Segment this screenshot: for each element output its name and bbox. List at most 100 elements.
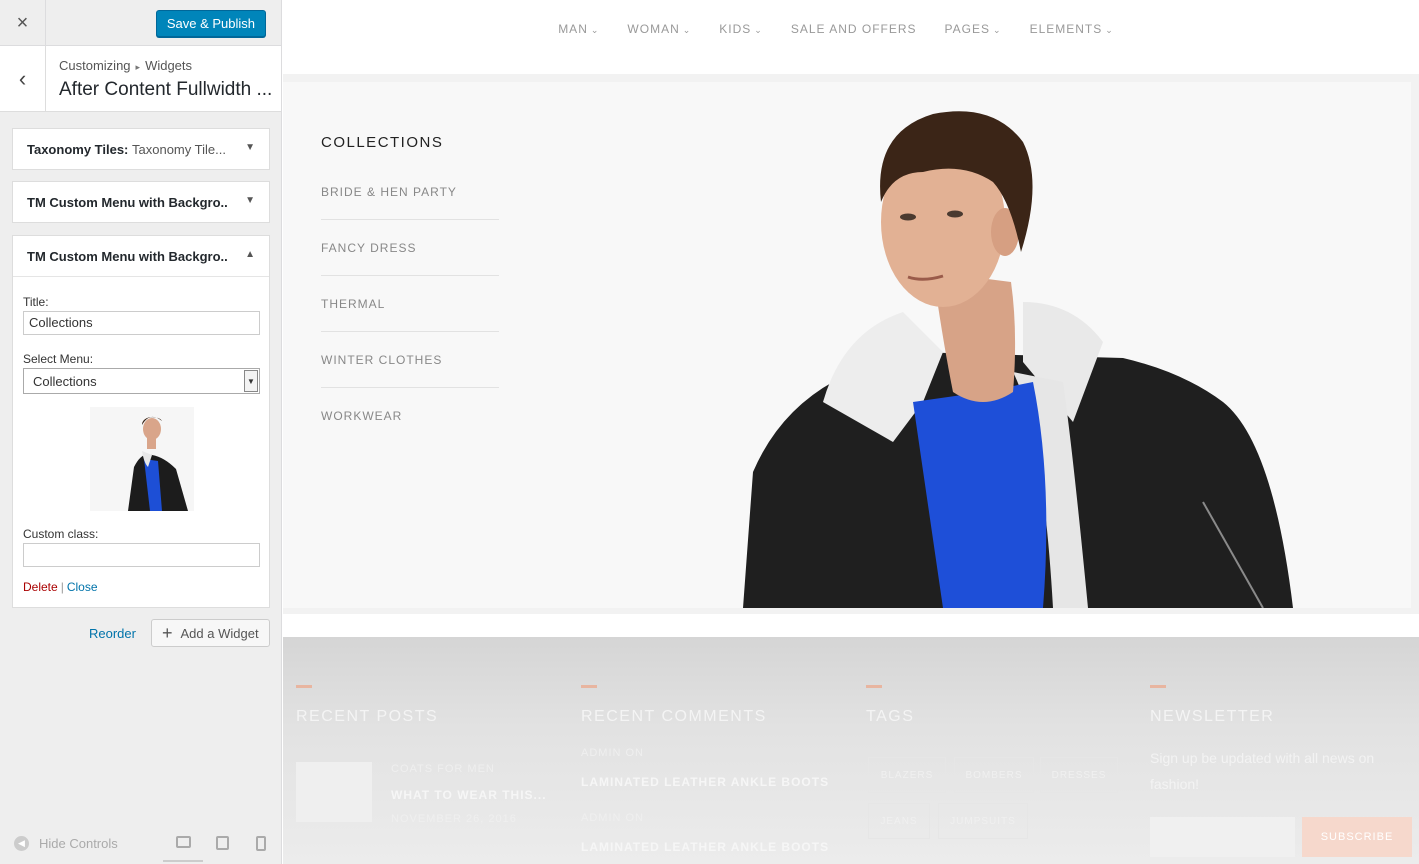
- accent-bar: [866, 685, 882, 688]
- collapse-icon: ◀: [14, 836, 29, 851]
- widget-form: Title: Collections Select Menu: Collecti…: [13, 276, 269, 607]
- chevron-down-icon: ⌄: [1105, 25, 1114, 35]
- subscribe-button[interactable]: SUBSCRIBE: [1302, 817, 1412, 857]
- nav-label: MAN: [558, 22, 588, 36]
- reorder-link[interactable]: Reorder: [89, 626, 136, 641]
- tag-chip[interactable]: BOMBERS: [954, 757, 1034, 793]
- nav-item-elements[interactable]: ELEMENTS ⌄: [1030, 22, 1114, 36]
- plus-icon: +: [162, 622, 173, 643]
- add-widget-label: Add a Widget: [180, 625, 259, 641]
- widget-custom-menu-2[interactable]: TM Custom Menu with Backgro... ▲ Title: …: [12, 235, 270, 608]
- select-menu-label: Select Menu:: [23, 352, 94, 366]
- mobile-preview-icon[interactable]: [256, 836, 266, 851]
- main-navigation: MAN ⌄ WOMAN ⌄ KIDS ⌄ SALE AND OFFERS PAGES ⌄…: [283, 0, 1419, 58]
- nav-label: WOMAN: [627, 22, 680, 36]
- widget-custom-menu-1[interactable]: TM Custom Menu with Backgro... ▼: [12, 181, 270, 223]
- widget-title: TM Custom Menu with Backgro...: [27, 248, 227, 264]
- tag-chip[interactable]: JEANS: [868, 803, 930, 839]
- nav-item-sale[interactable]: SALE AND OFFERS: [791, 22, 917, 36]
- tag-chip[interactable]: DRESSES: [1040, 757, 1118, 793]
- hide-controls-button[interactable]: ◀ Hide Controls: [14, 836, 118, 851]
- nav-item-kids[interactable]: KIDS ⌄: [719, 22, 763, 36]
- widget-title: TM Custom Menu with Backgro...: [27, 194, 227, 210]
- comment-link[interactable]: LAMINATED LEATHER ANKLE BOOTS: [581, 840, 829, 854]
- breadcrumb-root: Customizing: [59, 58, 131, 73]
- tag-chip[interactable]: JUMPSUITS: [938, 803, 1028, 839]
- delete-link[interactable]: Delete: [23, 580, 58, 594]
- nav-label: PAGES: [944, 22, 991, 36]
- close-icon[interactable]: ×: [0, 0, 46, 46]
- widget-header[interactable]: TM Custom Menu with Backgro... ▲: [13, 236, 269, 276]
- footer-widgets: RECENT POSTS COATS FOR MEN WHAT TO WEAR …: [283, 637, 1419, 864]
- widget-header[interactable]: Taxonomy Tiles: Taxonomy Tile... ▼: [13, 129, 269, 169]
- recent-posts-column: RECENT POSTS: [296, 685, 438, 726]
- customizer-sidebar: × Save & Publish ‹ Customizing ▸ Widgets A…: [0, 0, 282, 864]
- title-label: Title:: [23, 295, 49, 309]
- widget-title: Taxonomy Tiles:: [27, 141, 129, 157]
- widget-actions: Delete | Close: [23, 580, 98, 594]
- nav-item-pages[interactable]: PAGES ⌄: [945, 22, 1002, 36]
- breadcrumb-separator-icon: ▸: [135, 62, 141, 72]
- accent-bar: [296, 685, 312, 688]
- banner-background: COLLECTIONS BRIDE & HEN PARTY FANCY DRES…: [283, 82, 1411, 608]
- tags-column: TAGS: [866, 685, 914, 726]
- comment-link[interactable]: LAMINATED LEATHER ANKLE BOOTS: [581, 775, 829, 789]
- collection-link[interactable]: BRIDE & HEN PARTY: [321, 164, 499, 220]
- nav-label: KIDS: [719, 22, 752, 36]
- chevron-down-icon: ⌄: [590, 25, 600, 35]
- recent-comments-heading: RECENT COMMENTS: [581, 708, 767, 725]
- recent-posts-heading: RECENT POSTS: [296, 708, 439, 725]
- caret-down-icon[interactable]: ▼: [245, 142, 255, 153]
- newsletter-email-input[interactable]: [1150, 817, 1295, 857]
- collection-link[interactable]: FANCY DRESS: [321, 220, 499, 276]
- post-date: NOVEMBER 26, 2016: [391, 813, 517, 825]
- post-category[interactable]: COATS FOR MEN: [391, 763, 495, 775]
- active-device-indicator: [163, 860, 203, 862]
- nav-item-woman[interactable]: WOMAN ⌄: [627, 22, 691, 36]
- chevron-down-icon: ⌄: [754, 25, 763, 35]
- caret-down-icon[interactable]: ▼: [245, 195, 255, 206]
- section-header: ‹ Customizing ▸ Widgets After Content Full…: [0, 46, 281, 112]
- nav-label: SALE AND OFFERS: [790, 22, 917, 36]
- accent-bar: [1150, 685, 1166, 688]
- collection-link[interactable]: WORKWEAR: [321, 388, 499, 444]
- chevron-down-icon: ⌄: [682, 25, 692, 35]
- comment-meta: ADMIN ON: [581, 812, 644, 824]
- recent-comments-column: RECENT COMMENTS: [581, 685, 767, 726]
- widget-subtitle: Taxonomy Tile...: [132, 141, 226, 157]
- actions-separator: |: [60, 580, 64, 594]
- save-publish-button[interactable]: Save & Publish: [155, 10, 266, 37]
- nav-item-man[interactable]: MAN ⌄: [558, 22, 599, 36]
- title-input[interactable]: Collections: [23, 311, 260, 335]
- post-thumbnail[interactable]: [296, 762, 372, 822]
- add-widget-button[interactable]: + Add a Widget: [151, 619, 270, 647]
- tag-chip[interactable]: BLAZERS: [868, 757, 946, 793]
- accent-bar: [581, 685, 597, 688]
- desktop-preview-icon[interactable]: [176, 836, 191, 848]
- comment-meta: ADMIN ON: [581, 747, 644, 759]
- select-menu-value: Collections: [33, 374, 97, 389]
- collections-heading: COLLECTIONS: [321, 134, 444, 151]
- close-link[interactable]: Close: [67, 580, 98, 594]
- select-menu-dropdown[interactable]: Collections ▼: [23, 368, 260, 394]
- widget-header[interactable]: TM Custom Menu with Backgro... ▼: [13, 182, 269, 222]
- collection-link[interactable]: THERMAL: [321, 276, 499, 332]
- background-image-thumbnail[interactable]: [90, 407, 194, 511]
- collections-banner: COLLECTIONS BRIDE & HEN PARTY FANCY DRES…: [283, 74, 1419, 614]
- tags-heading: TAGS: [866, 708, 915, 725]
- caret-up-icon[interactable]: ▲: [245, 249, 255, 260]
- tablet-preview-icon[interactable]: [216, 836, 229, 850]
- collections-menu: BRIDE & HEN PARTY FANCY DRESS THERMAL WI…: [321, 164, 499, 444]
- widget-taxonomy-tiles[interactable]: Taxonomy Tiles: Taxonomy Tile... ▼: [12, 128, 270, 170]
- post-title[interactable]: WHAT TO WEAR THIS...: [391, 788, 547, 802]
- back-arrow-icon[interactable]: ‹: [0, 46, 46, 112]
- breadcrumb: Customizing ▸ Widgets: [59, 58, 192, 73]
- chevron-down-icon: ⌄: [993, 25, 1002, 35]
- site-preview: MAN ⌄ WOMAN ⌄ KIDS ⌄ SALE AND OFFERS PAGES ⌄…: [283, 0, 1419, 864]
- customizer-footer: ◀ Hide Controls: [0, 824, 282, 864]
- custom-class-label: Custom class:: [23, 527, 99, 541]
- chevron-down-icon[interactable]: ▼: [244, 370, 258, 392]
- nav-label: ELEMENTS: [1029, 22, 1103, 36]
- collection-link[interactable]: WINTER CLOTHES: [321, 332, 499, 388]
- custom-class-input[interactable]: [23, 543, 260, 567]
